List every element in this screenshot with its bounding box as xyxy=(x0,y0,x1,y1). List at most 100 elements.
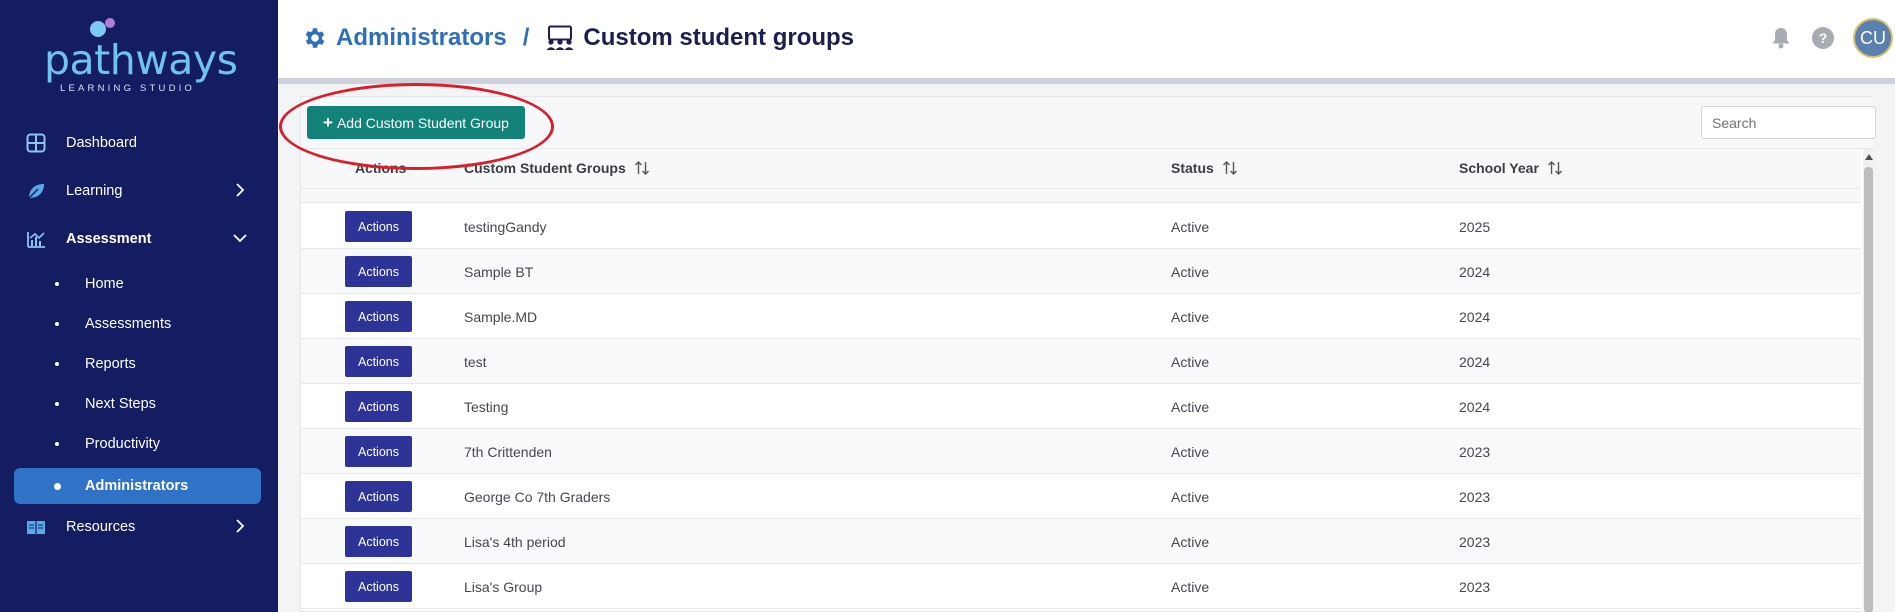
group-name-cell: Lisa's 4th period xyxy=(464,534,566,550)
row-actions-button[interactable]: Actions xyxy=(345,436,412,467)
table-row: Actions Testing Active 2024 xyxy=(301,384,1861,429)
group-name-cell: George Co 7th Graders xyxy=(464,489,611,505)
avatar-initials: CU xyxy=(1860,27,1886,48)
breadcrumb-separator: / xyxy=(522,24,530,51)
row-actions-button[interactable]: Actions xyxy=(345,481,412,512)
bullet-icon xyxy=(55,322,59,326)
chevron-right-icon xyxy=(236,519,245,533)
sidebar-item-learning[interactable]: Learning xyxy=(14,172,261,208)
group-name-cell: Testing xyxy=(464,399,509,415)
status-cell: Active xyxy=(1171,579,1210,595)
sidebar-subitem-label: Productivity xyxy=(85,436,160,452)
book-icon xyxy=(27,521,45,535)
group-name-cell: Lisa's Group xyxy=(464,579,543,595)
bullet-icon xyxy=(55,402,59,406)
table-row: Actions Sample.MD Active 2024 xyxy=(301,294,1861,339)
sort-icon[interactable] xyxy=(1222,160,1238,176)
main-content: + Add Custom Student Group Actions Custo… xyxy=(278,84,1895,612)
page-header: Administrators / Custom student groups ?… xyxy=(278,0,1895,78)
logo-tagline: LEARNING STUDIO xyxy=(60,83,196,94)
school-year-cell: 2025 xyxy=(1459,219,1491,235)
sidebar-item-label: Dashboard xyxy=(66,135,137,151)
sidebar-item-resources[interactable]: Resources xyxy=(14,508,261,544)
row-actions-button[interactable]: Actions xyxy=(345,256,412,287)
sidebar-subitem-home[interactable]: Home xyxy=(14,266,261,302)
logo-wordmark: pathways xyxy=(44,36,238,84)
row-actions-button[interactable]: Actions xyxy=(345,391,412,422)
table-header: Actions Custom Student Groups Status Sch… xyxy=(301,149,1861,189)
column-header-label: School Year xyxy=(1459,160,1539,176)
school-year-cell: 2024 xyxy=(1459,264,1491,280)
table-row: Actions Sample BT Active 2024 xyxy=(301,249,1861,294)
search-input[interactable] xyxy=(1701,106,1876,139)
breadcrumb: Administrators / Custom student groups xyxy=(302,23,854,53)
table-row: Actions Lisa's Group Active 2023 xyxy=(301,564,1861,609)
sidebar-item-label: Assessment xyxy=(66,231,152,247)
status-cell: Active xyxy=(1171,399,1210,415)
table-toolbar: + Add Custom Student Group xyxy=(301,97,1876,149)
scrollbar-thumb[interactable] xyxy=(1864,167,1873,612)
row-actions-button[interactable]: Actions xyxy=(345,571,412,602)
status-cell: Active xyxy=(1171,264,1210,280)
row-actions-button[interactable]: Actions xyxy=(345,301,412,332)
student-groups-panel: + Add Custom Student Group Actions Custo… xyxy=(300,96,1876,612)
column-header-custom-student-groups[interactable]: Custom Student Groups xyxy=(464,160,650,176)
sort-icon[interactable] xyxy=(1547,160,1563,176)
add-custom-student-group-button[interactable]: + Add Custom Student Group xyxy=(307,106,525,139)
sidebar-subitem-productivity[interactable]: Productivity xyxy=(14,426,261,462)
column-header-status[interactable]: Status xyxy=(1171,160,1238,176)
pathways-logo[interactable]: pathways LEARNING STUDIO xyxy=(0,14,278,94)
sidebar-item-dashboard[interactable]: Dashboard xyxy=(14,124,261,160)
school-year-cell: 2024 xyxy=(1459,354,1491,370)
sidebar-subitem-label: Administrators xyxy=(85,478,189,494)
column-header-label: Custom Student Groups xyxy=(464,160,626,176)
sidebar-subitem-label: Home xyxy=(85,276,124,292)
bell-icon[interactable] xyxy=(1768,25,1794,51)
breadcrumb-administrators-link[interactable]: Administrators xyxy=(336,24,507,52)
school-year-cell: 2023 xyxy=(1459,444,1491,460)
group-name-cell: testingGandy xyxy=(464,219,547,235)
sidebar-subitem-label: Assessments xyxy=(85,316,172,332)
table-row: Actions Lisa's 4th period Active 2023 xyxy=(301,519,1861,564)
help-icon[interactable]: ? xyxy=(1810,25,1836,51)
row-actions-button[interactable]: Actions xyxy=(345,346,412,377)
status-cell: Active xyxy=(1171,489,1210,505)
sidebar-subitem-administrators[interactable]: Administrators xyxy=(14,468,261,504)
leaf-icon xyxy=(28,184,44,199)
app-root: pathways LEARNING STUDIO Dashboard Learn… xyxy=(0,0,1895,612)
school-year-cell: 2024 xyxy=(1459,309,1491,325)
status-cell: Active xyxy=(1171,219,1210,235)
chevron-down-icon xyxy=(233,234,247,243)
chevron-right-icon xyxy=(236,183,245,197)
column-header-school-year[interactable]: School Year xyxy=(1459,160,1563,176)
column-header-actions: Actions xyxy=(355,160,406,176)
sidebar-subitem-next-steps[interactable]: Next Steps xyxy=(14,386,261,422)
status-cell: Active xyxy=(1171,534,1210,550)
sidebar-subitem-label: Next Steps xyxy=(85,396,156,412)
row-actions-button[interactable]: Actions xyxy=(345,211,412,242)
table-row: Actions George Co 7th Graders Active 202… xyxy=(301,474,1861,519)
row-actions-button[interactable]: Actions xyxy=(345,526,412,557)
bullet-icon xyxy=(54,483,61,490)
page-title: Custom student groups xyxy=(583,24,855,51)
table-row: Actions test Active 2024 xyxy=(301,339,1861,384)
group-name-cell: 7th Crittenden xyxy=(464,444,552,460)
sidebar-item-assessment[interactable]: Assessment xyxy=(14,220,261,256)
sidebar-subitem-assessments[interactable]: Assessments xyxy=(14,306,261,342)
sidebar-subitem-reports[interactable]: Reports xyxy=(14,346,261,382)
bullet-icon xyxy=(55,282,59,286)
add-button-label: Add Custom Student Group xyxy=(336,114,509,131)
chart-icon xyxy=(27,232,45,248)
svg-text:?: ? xyxy=(1819,30,1828,46)
plus-icon: + xyxy=(323,113,333,132)
sidebar-item-label: Resources xyxy=(66,519,136,535)
school-year-cell: 2023 xyxy=(1459,489,1491,505)
scroll-up-arrow-icon[interactable] xyxy=(1865,153,1873,161)
school-year-cell: 2023 xyxy=(1459,579,1491,595)
group-name-cell: test xyxy=(464,354,487,370)
sort-icon[interactable] xyxy=(634,160,650,176)
student-group-icon xyxy=(546,25,574,50)
school-year-cell: 2023 xyxy=(1459,534,1491,550)
user-avatar[interactable]: CU xyxy=(1853,18,1893,58)
school-year-cell: 2024 xyxy=(1459,399,1491,415)
